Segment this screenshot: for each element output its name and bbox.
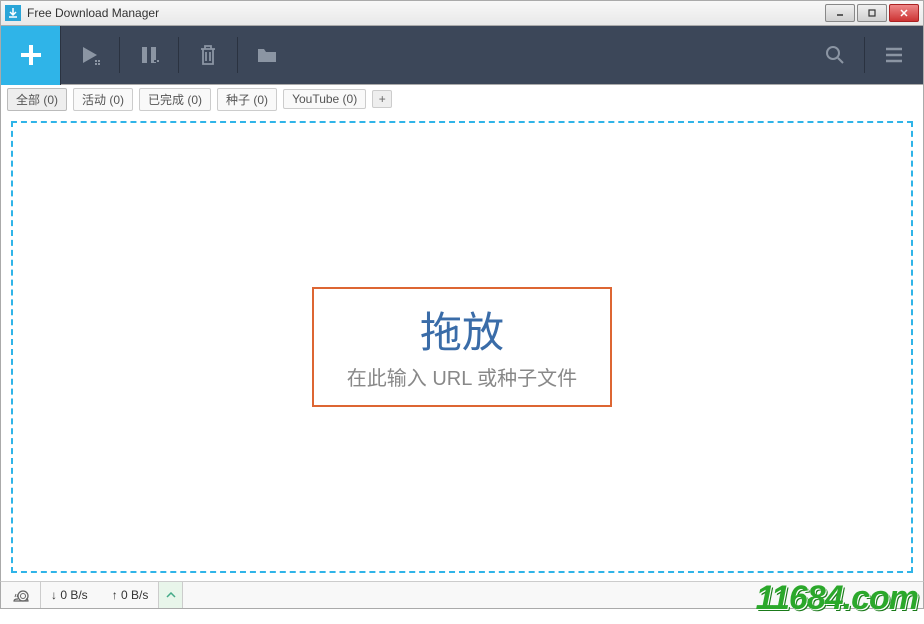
drop-prompt: 拖放 在此输入 URL 或种子文件 <box>312 287 612 407</box>
start-button[interactable] <box>61 26 119 85</box>
watermark: 11684.com <box>756 579 918 618</box>
tab-youtube[interactable]: YouTube (0) <box>283 89 366 109</box>
pause-button[interactable] <box>120 26 178 85</box>
add-download-button[interactable] <box>1 26 61 85</box>
delete-button[interactable] <box>179 26 237 85</box>
expand-panel-button[interactable] <box>159 582 183 608</box>
maximize-button[interactable] <box>857 4 887 22</box>
download-speed: ↓ 0 B/s <box>51 588 88 602</box>
close-button[interactable] <box>889 4 919 22</box>
window-titlebar: Free Download Manager <box>0 0 924 26</box>
tab-torrents[interactable]: 种子 (0) <box>217 88 277 111</box>
app-icon <box>5 5 21 21</box>
snail-mode-button[interactable] <box>1 582 41 608</box>
drop-zone[interactable]: 拖放 在此输入 URL 或种子文件 <box>11 121 913 573</box>
snail-icon <box>11 587 31 603</box>
add-tab-button[interactable]: + <box>372 90 392 108</box>
tab-all[interactable]: 全部 (0) <box>7 88 67 111</box>
search-button[interactable] <box>806 26 864 85</box>
filter-tabs: 全部 (0) 活动 (0) 已完成 (0) 种子 (0) YouTube (0)… <box>0 85 924 113</box>
main-toolbar <box>0 26 924 85</box>
window-title: Free Download Manager <box>27 6 825 20</box>
folder-button[interactable] <box>238 26 296 85</box>
drop-title: 拖放 <box>334 299 590 360</box>
speed-panel: ↓ 0 B/s ↑ 0 B/s <box>41 582 159 608</box>
tab-completed[interactable]: 已完成 (0) <box>139 88 211 111</box>
upload-speed: ↑ 0 B/s <box>112 588 149 602</box>
menu-button[interactable] <box>865 26 923 85</box>
chevron-up-icon <box>166 592 176 598</box>
minimize-button[interactable] <box>825 4 855 22</box>
window-controls <box>825 4 919 22</box>
tab-active[interactable]: 活动 (0) <box>73 88 133 111</box>
drop-subtitle: 在此输入 URL 或种子文件 <box>334 362 590 391</box>
main-content: 拖放 在此输入 URL 或种子文件 <box>0 113 924 581</box>
